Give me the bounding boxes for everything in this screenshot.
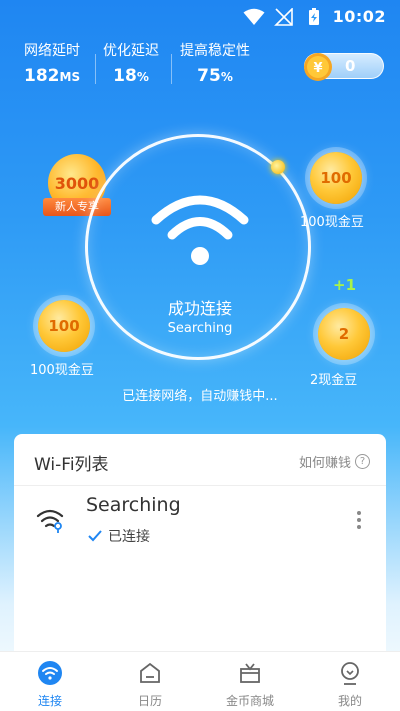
how-to-earn-link[interactable]: 如何赚钱 ?	[299, 452, 370, 471]
stat-label: 提高稳定性	[180, 43, 250, 59]
stat-optimize: 优化延迟 18%	[103, 40, 159, 86]
coin-reward[interactable]: 100	[38, 300, 90, 352]
stat-stability: 提高稳定性 75%	[180, 40, 250, 86]
coin-reward-value: 100	[320, 169, 352, 187]
clock: 10:02	[332, 7, 386, 26]
status-bar: 10:02	[0, 0, 400, 34]
stat-value: 182MS	[24, 66, 81, 86]
connection-status-text: 已连接网络，自动赚钱中...	[122, 389, 278, 404]
coin-reward-value: 100	[48, 317, 80, 335]
how-to-earn-label: 如何赚钱	[298, 456, 351, 471]
wifi-signal-icon	[243, 8, 265, 25]
wifi-key-icon	[36, 509, 64, 533]
wifi-connected-status: 已连接	[88, 526, 150, 546]
coin-reward[interactable]: 100	[310, 152, 362, 204]
coin-reward-value: 2	[338, 325, 350, 343]
check-icon	[88, 530, 102, 542]
coin-balance-count: 0	[345, 57, 356, 75]
profile-icon	[341, 662, 359, 685]
calendar-icon	[140, 662, 160, 683]
connection-title: 成功连接	[167, 299, 232, 318]
wifi-list-card: Wi-Fi列表 如何赚钱 ? Searching 已连接	[14, 434, 386, 674]
plus-one-badge: +1	[333, 276, 357, 294]
ring-progress-dot	[271, 160, 285, 174]
nav-item-profile[interactable]: 我的	[300, 652, 400, 711]
help-icon: ?	[355, 454, 370, 469]
wifi-list-item[interactable]: Searching 已连接	[14, 486, 386, 556]
cellular-signal-icon	[273, 7, 293, 26]
stat-divider	[95, 54, 96, 84]
wifi-icon	[38, 661, 62, 685]
battery-icon	[308, 7, 319, 25]
wifi-ssid: Searching	[86, 494, 181, 516]
stat-label: 优化延迟	[103, 43, 159, 59]
nav-label: 金币商城	[225, 694, 274, 708]
newbie-bonus-amount: 3000	[54, 173, 100, 193]
bottom-nav: 连接 日历 金币商城 我的	[0, 651, 400, 711]
status-icons: 10:02	[243, 7, 386, 26]
nav-label: 我的	[337, 694, 362, 708]
more-options-icon[interactable]	[356, 510, 362, 530]
wifi-status-label: 已连接	[108, 529, 150, 545]
stat-label: 网络延时	[24, 43, 81, 59]
coin-reward[interactable]: 2	[318, 308, 370, 360]
stat-divider	[171, 54, 172, 84]
nav-item-coin-mall[interactable]: 金币商城	[200, 652, 300, 711]
wifi-list-title: Wi-Fi列表	[34, 455, 109, 475]
nav-label: 日历	[137, 694, 162, 708]
gift-icon	[240, 663, 260, 683]
coin-reward-label: 100现金豆	[300, 215, 364, 230]
stat-value: 18%	[113, 66, 149, 86]
stat-latency: 网络延时 182MS	[24, 40, 80, 86]
coin-balance-button[interactable]: ¥ 0	[304, 53, 384, 81]
nav-item-calendar[interactable]: 日历	[100, 652, 200, 711]
connection-ssid: Searching	[167, 321, 233, 336]
nav-item-connect[interactable]: 连接	[0, 652, 100, 711]
stat-value: 75%	[197, 66, 233, 86]
coin-reward-label: 100现金豆	[30, 363, 94, 378]
coin-icon: ¥	[304, 53, 332, 81]
coin-reward-label: 2现金豆	[310, 373, 358, 388]
nav-label: 连接	[37, 694, 62, 708]
wifi-large-icon	[151, 195, 249, 265]
svg-text:¥: ¥	[313, 61, 322, 76]
